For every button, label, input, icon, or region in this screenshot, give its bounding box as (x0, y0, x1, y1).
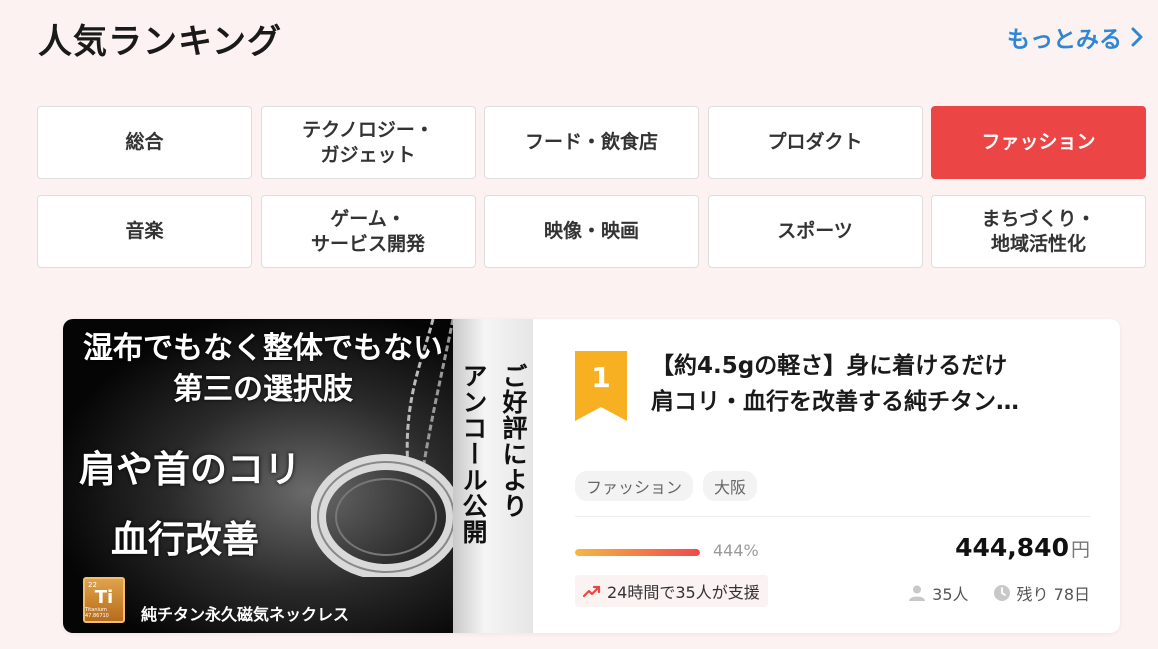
divider (575, 516, 1090, 517)
image-vertical-banner: ご好評により アンコール公開 (453, 319, 533, 633)
image-caption: 純チタン永久磁気ネックレス (141, 605, 350, 624)
progress-fill (575, 549, 700, 556)
project-stats: 35人 残り 78日 (908, 581, 1090, 605)
category-tab-film[interactable]: 映像・映画 (484, 195, 699, 268)
category-tab-product[interactable]: プロダクト (707, 106, 923, 179)
category-tab-fashion[interactable]: ファッション (931, 106, 1146, 179)
titanium-element-icon: 22 Ti Titanium 47.86710 (83, 577, 125, 623)
tag-osaka[interactable]: 大阪 (703, 471, 758, 501)
category-tab-overall[interactable]: 総合 (37, 106, 252, 179)
card-body: 1 【約4.5gの軽さ】身に着けるだけ 肩コリ・血行を改善する純チタン… ファッ… (533, 319, 1120, 633)
trending-up-icon (583, 585, 601, 598)
ring-graphic (311, 454, 461, 577)
project-title[interactable]: 【約4.5gの軽さ】身に着けるだけ 肩コリ・血行を改善する純チタン… (651, 349, 1091, 420)
category-tab-technology[interactable]: テクノロジー・ ガジェット (260, 106, 476, 179)
project-title-line-1: 【約4.5gの軽さ】身に着けるだけ (651, 353, 1008, 379)
image-big-text-1: 肩や首のコリ (79, 447, 301, 491)
more-link[interactable]: もっとみる (1007, 20, 1144, 54)
vertical-text-1: ご好評により (499, 363, 528, 519)
more-link-label: もっとみる (1007, 27, 1122, 53)
tag-fashion[interactable]: ファッション (575, 471, 694, 501)
category-tab-community[interactable]: まちづくり・ 地域活性化 (931, 195, 1146, 268)
supporter-count: 35人 (932, 585, 969, 604)
progress-bar (575, 549, 700, 556)
image-headline-line-1: 湿布でもなく整体でもない (83, 331, 443, 366)
chevron-right-icon (1131, 27, 1143, 47)
support-trend-badge: 24時間で35人が支援 (575, 575, 768, 607)
user-icon (909, 585, 926, 601)
image-headline-line-2: 第三の選択肢 (173, 371, 353, 407)
amount-value: 444,840 (955, 533, 1069, 562)
category-tabs: 総合 テクノロジー・ ガジェット フード・飲食店 プロダクト ファッション 音楽… (37, 106, 1147, 268)
element-sub: Titanium 47.86710 (85, 606, 109, 619)
clock-icon (993, 585, 1010, 601)
image-big-text-2: 血行改善 (111, 517, 259, 561)
support-trend-text: 24時間で35人が支援 (607, 583, 760, 602)
funding-amount: 444,840 円 (955, 533, 1090, 562)
page-title: 人気ランキング (38, 22, 282, 62)
tag-list: ファッション 大阪 (575, 471, 758, 501)
category-tab-music[interactable]: 音楽 (37, 195, 252, 268)
category-tab-games[interactable]: ゲーム・ サービス開発 (260, 195, 476, 268)
ranking-card[interactable]: 湿布でもなく整体でもない 第三の選択肢 肩や首のコリ 血行改善 ご好評により ア… (63, 319, 1120, 633)
category-tab-food[interactable]: フード・飲食店 (484, 106, 699, 179)
amount-currency: 円 (1070, 539, 1090, 561)
category-tab-sports[interactable]: スポーツ (707, 195, 923, 268)
remaining-days: 残り 78日 (1016, 585, 1090, 604)
project-title-line-2: 肩コリ・血行を改善する純チタン… (651, 388, 1019, 415)
vertical-text-2: アンコール公開 (459, 363, 488, 545)
project-image[interactable]: 湿布でもなく整体でもない 第三の選択肢 肩や首のコリ 血行改善 ご好評により ア… (63, 319, 533, 633)
element-symbol: Ti (94, 586, 114, 608)
image-headline: 湿布でもなく整体でもない 第三の選択肢 (63, 329, 463, 410)
progress-percent: 444% (713, 541, 759, 560)
rank-number: 1 (591, 361, 611, 394)
